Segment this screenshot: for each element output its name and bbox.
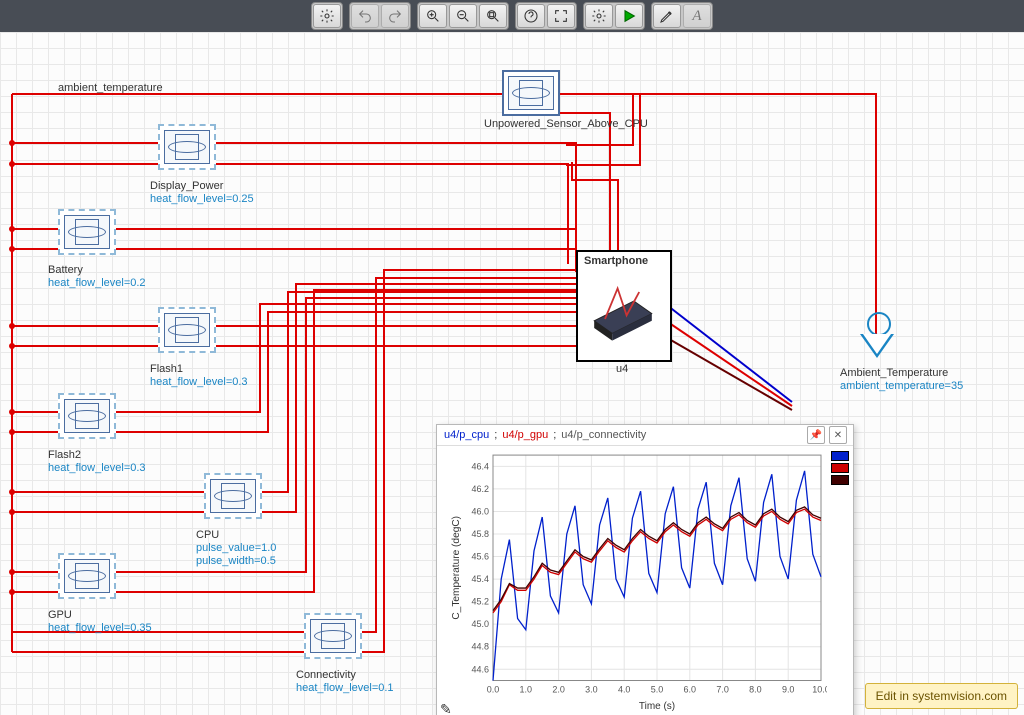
- svg-text:45.0: 45.0: [472, 619, 489, 629]
- svg-text:45.8: 45.8: [472, 529, 489, 539]
- svg-text:C_Temperature (degC): C_Temperature (degC): [451, 516, 462, 620]
- svg-text:2.0: 2.0: [552, 685, 564, 695]
- toolbar-group-annotate: A: [651, 2, 713, 30]
- plot-edit-button[interactable]: ✎: [440, 701, 452, 715]
- label-cpu: CPUpulse_value=1.0pulse_width=0.5: [196, 529, 276, 568]
- svg-text:44.6: 44.6: [472, 664, 489, 674]
- component-flash1[interactable]: [158, 307, 216, 353]
- label-unpowered-sensor: Unpowered_Sensor_Above_CPU: [484, 118, 648, 131]
- zoom-fit-button[interactable]: [479, 4, 507, 28]
- svg-text:10.0: 10.0: [812, 685, 827, 695]
- svg-text:44.8: 44.8: [472, 642, 489, 652]
- svg-text:9.0: 9.0: [782, 685, 794, 695]
- svg-text:46.4: 46.4: [472, 461, 489, 471]
- svg-text:6.0: 6.0: [684, 685, 696, 695]
- undo-button[interactable]: [351, 4, 379, 28]
- svg-text:45.6: 45.6: [472, 552, 489, 562]
- gear-icon: [591, 8, 607, 24]
- component-battery[interactable]: [58, 209, 116, 255]
- svg-text:4.0: 4.0: [618, 685, 630, 695]
- component-flash2[interactable]: [58, 393, 116, 439]
- help-button[interactable]: [517, 4, 545, 28]
- component-cpu[interactable]: [204, 473, 262, 519]
- edit-in-systemvision-button[interactable]: Edit in systemvision.com: [865, 683, 1018, 709]
- zoom-out-icon: [455, 8, 471, 24]
- component-gpu[interactable]: [58, 553, 116, 599]
- svg-text:7.0: 7.0: [716, 685, 728, 695]
- redo-button[interactable]: [381, 4, 409, 28]
- app-root: { "toolbar": { "settings": "Settings", "…: [0, 0, 1024, 715]
- svg-text:45.2: 45.2: [472, 597, 489, 607]
- plot-signal-3: u4/p_connectivity: [560, 429, 647, 441]
- svg-text:46.2: 46.2: [472, 484, 489, 494]
- plot-panel[interactable]: u4/p_cpu; u4/p_gpu; u4/p_connectivity 📌 …: [436, 424, 854, 715]
- undo-icon: [357, 8, 373, 24]
- svg-text:45.4: 45.4: [472, 574, 489, 584]
- label-connectivity: Connectivityheat_flow_level=0.1: [296, 669, 394, 695]
- label-smartphone-ref: u4: [616, 363, 628, 376]
- pin-icon: 📌: [810, 430, 822, 441]
- smartphone-3d-icon: [586, 274, 660, 346]
- component-display-power[interactable]: [158, 124, 216, 170]
- close-icon: ✕: [834, 430, 842, 441]
- zoom-out-button[interactable]: [449, 4, 477, 28]
- text-icon: A: [692, 8, 701, 25]
- svg-text:0.0: 0.0: [487, 685, 499, 695]
- fullscreen-icon: [553, 8, 569, 24]
- component-ambient-temperature[interactable]: [860, 312, 894, 362]
- plot-pin-button[interactable]: 📌: [807, 426, 825, 444]
- plot-legend: [831, 451, 849, 487]
- fullscreen-button[interactable]: [547, 4, 575, 28]
- plot-close-button[interactable]: ✕: [829, 426, 847, 444]
- text-button[interactable]: A: [683, 4, 711, 28]
- svg-text:5.0: 5.0: [651, 685, 663, 695]
- svg-text:1.0: 1.0: [520, 685, 532, 695]
- plot-chart: 0.0 1.0 2.0 3.0 4.0 5.0 6.0 7.0 8.0 9.0 10.0 44.6 44…: [447, 449, 827, 713]
- svg-text:3.0: 3.0: [585, 685, 597, 695]
- redo-icon: [387, 8, 403, 24]
- play-icon: [621, 8, 637, 24]
- toolbar-group-run: [583, 2, 645, 30]
- run-settings-button[interactable]: [585, 4, 613, 28]
- toolbar-group-zoom: [417, 2, 509, 30]
- pen-button[interactable]: [653, 4, 681, 28]
- label-flash1: Flash1heat_flow_level=0.3: [150, 363, 248, 389]
- zoom-fit-icon: [485, 8, 501, 24]
- label-flash2: Flash2heat_flow_level=0.3: [48, 449, 146, 475]
- plot-signal-1: u4/p_cpu: [443, 429, 490, 441]
- smartphone-title: Smartphone: [584, 255, 648, 267]
- component-connectivity[interactable]: [304, 613, 362, 659]
- pen-icon: [659, 8, 675, 24]
- run-button[interactable]: [615, 4, 643, 28]
- wire-label-ambient: ambient_temperature: [58, 82, 163, 95]
- toolbar-group-history: [349, 2, 411, 30]
- help-icon: [523, 8, 539, 24]
- svg-text:8.0: 8.0: [749, 685, 761, 695]
- zoom-in-icon: [425, 8, 441, 24]
- settings-button[interactable]: [313, 4, 341, 28]
- toolbar: A: [0, 0, 1024, 34]
- schematic-canvas[interactable]: ambient_temperature: [0, 32, 1024, 715]
- zoom-in-button[interactable]: [419, 4, 447, 28]
- svg-text:46.0: 46.0: [472, 506, 489, 516]
- label-display-power: Display_Powerheat_flow_level=0.25: [150, 180, 254, 206]
- plot-header: u4/p_cpu; u4/p_gpu; u4/p_connectivity 📌 …: [437, 425, 853, 446]
- label-gpu: GPUheat_flow_level=0.35: [48, 609, 152, 635]
- svg-text:Time (s): Time (s): [639, 701, 675, 712]
- gear-icon: [319, 8, 335, 24]
- pen-icon: ✎: [440, 701, 452, 715]
- label-ambient: Ambient_Temperatureambient_temperature=3…: [840, 367, 963, 393]
- label-battery: Batteryheat_flow_level=0.2: [48, 264, 146, 290]
- toolbar-group-view: [515, 2, 577, 30]
- plot-signal-2: u4/p_gpu: [501, 429, 549, 441]
- component-unpowered-sensor[interactable]: [502, 70, 560, 116]
- component-smartphone[interactable]: Smartphone: [576, 250, 672, 362]
- toolbar-group-settings: [311, 2, 343, 30]
